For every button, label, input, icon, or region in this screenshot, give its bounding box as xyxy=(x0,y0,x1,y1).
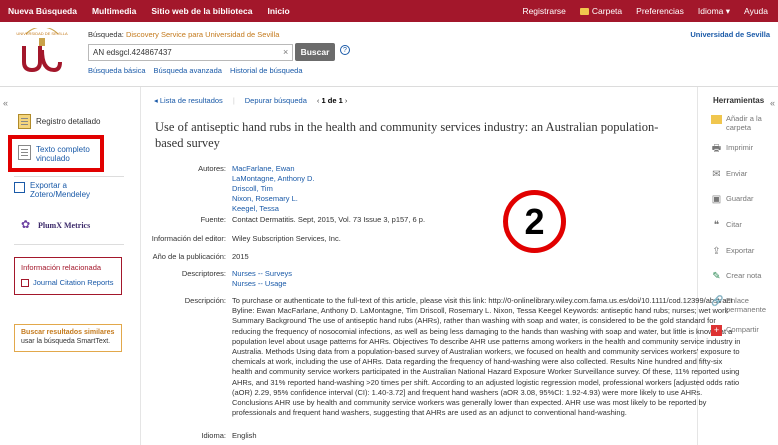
related-info-box: Información relacionada Journal Citation… xyxy=(14,257,122,295)
pagination: ‹ 1 de 1 › xyxy=(317,96,347,105)
author-link[interactable]: Keegel, Tessa xyxy=(232,204,315,214)
next-page-icon[interactable]: › xyxy=(345,96,348,105)
refine-search-link[interactable]: Depurar búsqueda xyxy=(245,96,307,105)
report-icon xyxy=(21,278,29,287)
nav-folder[interactable]: Carpeta xyxy=(579,6,622,17)
step-number-badge: 2 xyxy=(503,190,566,253)
svg-text:UNIVERSIDAD DE SEVILLA: UNIVERSIDAD DE SEVILLA xyxy=(16,31,68,36)
results-navigation: ◂ Lista de resultados | Depurar búsqueda… xyxy=(154,96,348,105)
related-info-title: Información relacionada xyxy=(21,263,102,272)
source-value: Contact Dermatitis. Sept, 2015, Vol. 73 … xyxy=(232,215,426,224)
search-mode-links: Búsqueda básica Búsqueda avanzada Histor… xyxy=(88,66,302,75)
search-button[interactable]: Buscar xyxy=(295,43,335,61)
left-divider-2 xyxy=(14,244,124,245)
authors-field: Autores: MacFarlane, Ewan LaMontagne, An… xyxy=(155,164,315,214)
back-to-results-link[interactable]: ◂ Lista de resultados xyxy=(154,96,223,105)
nav-multimedia[interactable]: Multimedia xyxy=(92,6,136,16)
search-label: Búsqueda: Discovery Service para Univers… xyxy=(88,30,280,39)
link-icon: 🔗 xyxy=(711,296,724,307)
left-divider-vertical xyxy=(140,87,141,445)
search-service-name: Discovery Service para Universidad de Se… xyxy=(125,30,280,39)
year-value: 2015 xyxy=(232,252,249,261)
document-icon xyxy=(18,114,31,129)
tool-email[interactable]: ✉ Enviar xyxy=(711,169,747,180)
cite-icon: ❝ xyxy=(713,220,720,231)
page-indicator: 1 de 1 xyxy=(321,96,343,105)
tool-save[interactable]: ▣ Guardar xyxy=(711,194,754,205)
tools-title: Herramientas xyxy=(713,96,765,105)
highlight-box xyxy=(8,135,104,172)
detailed-record-label: Registro detallado xyxy=(36,117,101,126)
export-icon: ⇪ xyxy=(712,246,721,257)
top-navigation-bar: Nueva Búsqueda Multimedia Sitio web de l… xyxy=(0,0,778,22)
header-divider xyxy=(0,86,778,87)
nav-library-site[interactable]: Sitio web de la biblioteca xyxy=(151,6,252,16)
nav-language[interactable]: Idioma ▾ xyxy=(698,6,730,17)
nav-new-search[interactable]: Nueva Búsqueda xyxy=(8,6,77,16)
similar-results-subtitle: usar la búsqueda SmartText. xyxy=(21,338,111,345)
description-text: To purchase or authenticate to the full-… xyxy=(232,296,741,418)
author-link[interactable]: MacFarlane, Ewan xyxy=(232,164,315,174)
descriptors-field: Descriptores: Nurses -- Surveys Nurses -… xyxy=(181,269,293,289)
folder-icon xyxy=(579,8,589,15)
similar-results-box[interactable]: Buscar resultados similares usar la búsq… xyxy=(14,324,122,352)
author-link[interactable]: Driscoll, Tim xyxy=(232,184,315,194)
nav-preferences[interactable]: Preferencias xyxy=(636,6,684,17)
collapse-left-icon[interactable]: « xyxy=(3,98,8,108)
folder-icon xyxy=(711,115,722,124)
tool-cite[interactable]: ❝ Citar xyxy=(711,220,742,231)
search-history-link[interactable]: Historial de búsqueda xyxy=(230,66,303,75)
publisher-value: Wiley Subscription Services, Inc. xyxy=(232,234,341,243)
left-divider xyxy=(14,176,124,177)
author-link[interactable]: Nixon, Rosemary L. xyxy=(232,194,315,204)
language-value: English xyxy=(232,431,257,440)
record-title: Use of antiseptic hand rubs in the healt… xyxy=(155,120,659,150)
chevron-down-icon: ▾ xyxy=(725,6,731,16)
descriptor-link[interactable]: Nurses -- Surveys xyxy=(232,269,292,279)
tool-create-note[interactable]: ✎ Crear nota xyxy=(711,271,761,282)
save-icon: ▣ xyxy=(711,194,722,205)
plumx-label: PlumX Metrics xyxy=(38,221,91,230)
tool-print[interactable]: 🖶 Imprimir xyxy=(711,143,753,154)
basic-search-link[interactable]: Búsqueda básica xyxy=(88,66,146,75)
nav-register[interactable]: Registrarse xyxy=(522,6,565,17)
advanced-search-link[interactable]: Búsqueda avanzada xyxy=(154,66,222,75)
university-logo: UNIVERSIDAD DE SEVILLA xyxy=(16,28,68,73)
export-item[interactable]: Exportar a Zotero/Mendeley xyxy=(14,181,100,199)
note-icon: ✎ xyxy=(712,271,721,282)
authors-label: Autores: xyxy=(198,164,226,173)
source-field: Fuente: Contact Dermatitis. Sept, 2015, … xyxy=(200,215,426,224)
descriptor-link[interactable]: Nurses -- Usage xyxy=(232,279,292,289)
export-icon xyxy=(14,182,25,193)
plumx-item[interactable]: ✿ PlumX Metrics xyxy=(21,219,90,231)
nav-help[interactable]: Ayuda xyxy=(744,6,768,17)
year-field: Año de la publicación: 2015 xyxy=(152,252,249,261)
tool-share[interactable]: + Compartir xyxy=(711,325,759,336)
tool-export[interactable]: ⇪ Exportar xyxy=(711,246,754,257)
language-field: Idioma: English xyxy=(201,431,257,440)
similar-results-title: Buscar resultados similares xyxy=(21,329,115,336)
tool-add-to-folder[interactable]: Añadir a la carpeta xyxy=(711,114,771,132)
description-field: Descripción: To purchase or authenticate… xyxy=(184,296,741,418)
email-icon: ✉ xyxy=(712,169,721,180)
collapse-right-icon[interactable]: « xyxy=(770,98,775,108)
nav-home[interactable]: Inicio xyxy=(267,6,289,16)
tool-permalink[interactable]: 🔗 Enlace permanente xyxy=(711,296,771,314)
help-icon[interactable]: ? xyxy=(340,45,350,55)
author-link[interactable]: LaMontagne, Anthony D. xyxy=(232,174,315,184)
plumx-icon: ✿ xyxy=(21,219,31,231)
export-label: Exportar a Zotero/Mendeley xyxy=(30,181,91,199)
prev-page-icon[interactable]: ‹ xyxy=(317,96,320,105)
search-input[interactable]: AN edsgcl.424867437 xyxy=(88,44,293,61)
journal-citation-reports-link[interactable]: Journal Citation Reports xyxy=(21,278,115,287)
print-icon: 🖶 xyxy=(711,143,722,154)
publisher-field: Información del editor: Wiley Subscripti… xyxy=(151,234,341,243)
clear-icon[interactable]: × xyxy=(283,47,288,57)
detailed-record-item[interactable]: Registro detallado xyxy=(18,114,100,129)
share-icon: + xyxy=(711,325,722,336)
university-link[interactable]: Universidad de Sevilla xyxy=(690,30,770,39)
